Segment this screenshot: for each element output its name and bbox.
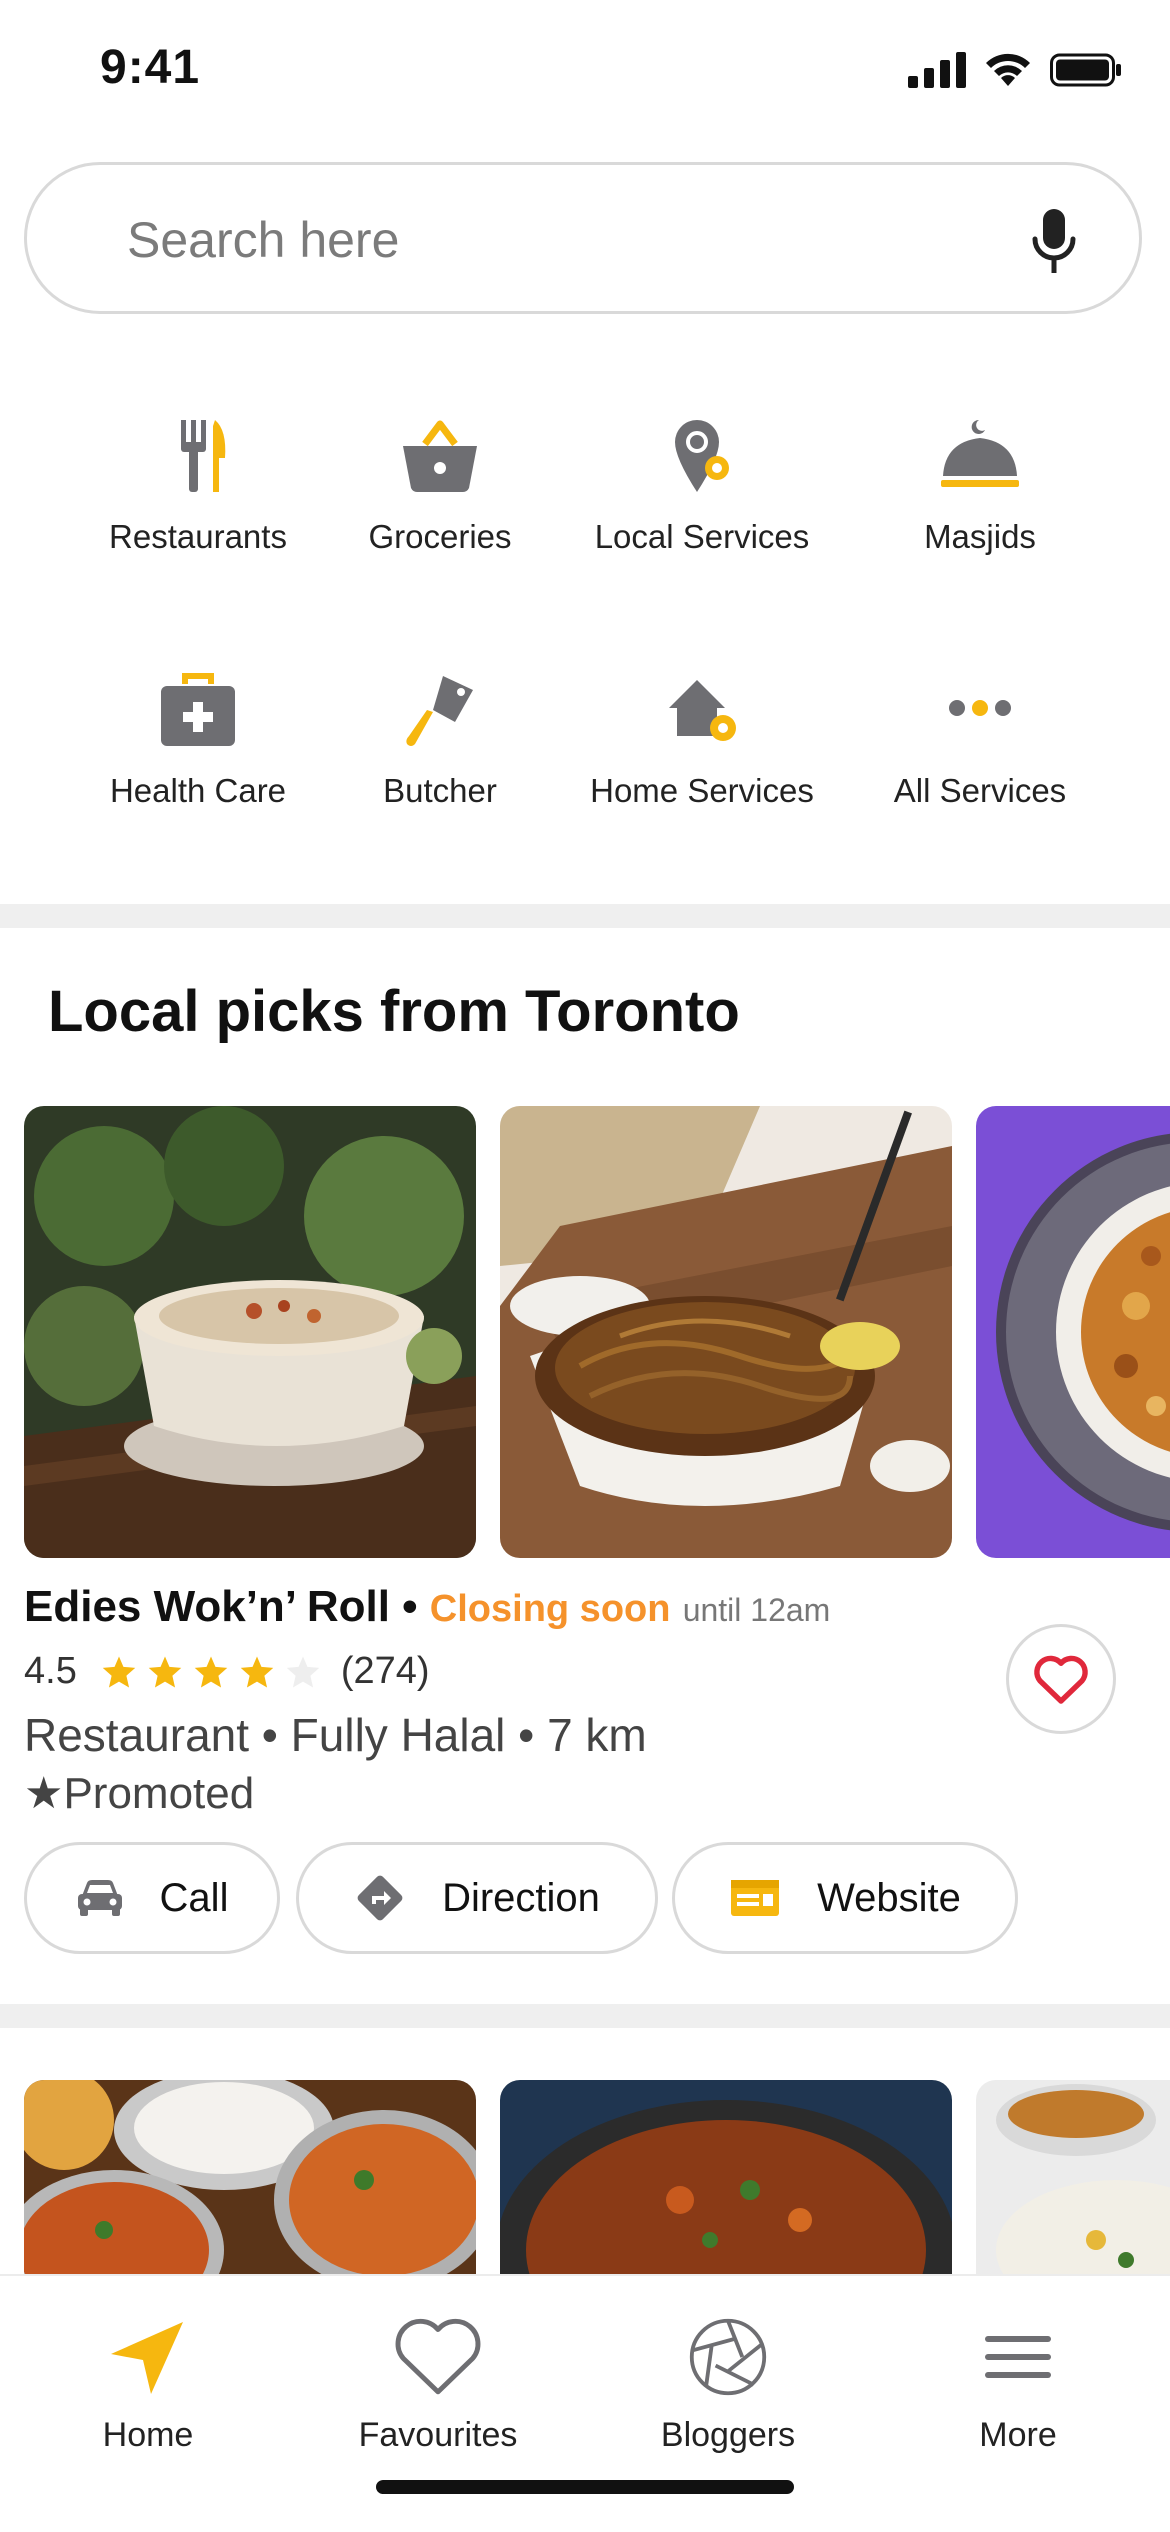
category-masjids[interactable]: Masjids xyxy=(840,416,1120,556)
category-restaurants[interactable]: Restaurants xyxy=(58,416,338,556)
rating-value: 4.5 xyxy=(24,1650,77,1692)
food-photo-stew xyxy=(500,2080,952,2280)
star-icon xyxy=(240,1655,274,1688)
food-photo-curry xyxy=(24,2080,476,2280)
local-services-icon xyxy=(675,420,729,492)
hours-text: until 12am xyxy=(682,1592,831,1628)
status-bar: 9:41 xyxy=(0,0,1170,140)
category-health-care[interactable]: Health Care xyxy=(58,670,338,810)
section-divider xyxy=(0,2004,1170,2028)
section-divider xyxy=(0,904,1170,928)
nav-home[interactable]: Home xyxy=(28,2316,268,2455)
category-label: Groceries xyxy=(368,518,512,555)
star-icon xyxy=(194,1655,228,1688)
direction-label: Direction xyxy=(442,1875,600,1920)
food-photo-pasta xyxy=(976,1106,1170,1558)
nav-label: More xyxy=(979,2416,1057,2454)
category-label: Local Services xyxy=(594,518,810,555)
search-input[interactable]: Search here xyxy=(127,211,399,269)
food-photo-rice xyxy=(976,2080,1170,2280)
listing-photo[interactable] xyxy=(976,1106,1170,1558)
cleaver-icon xyxy=(406,676,473,746)
navigation-arrow-icon xyxy=(111,2322,183,2394)
menu-icon xyxy=(985,2336,1051,2378)
website-label: Website xyxy=(817,1875,961,1920)
medical-kit-icon xyxy=(161,673,235,746)
website-icon xyxy=(731,1880,780,1916)
home-gear-icon xyxy=(669,680,736,741)
rating-row: 4.5 (274) xyxy=(24,1650,430,1693)
more-dots-icon xyxy=(949,700,1011,716)
separator: • xyxy=(402,1582,418,1631)
basket-icon xyxy=(403,420,477,492)
wifi-icon xyxy=(986,53,1030,86)
category-label: Masjids xyxy=(924,518,1036,555)
call-button[interactable]: Call xyxy=(24,1842,280,1954)
listing-photo[interactable] xyxy=(976,2080,1170,2280)
section-title: Local picks from Toronto xyxy=(48,979,740,1044)
listing-photo[interactable] xyxy=(24,1106,476,1558)
status-icons xyxy=(908,52,1122,88)
category-label: All Services xyxy=(893,772,1067,809)
listing-photo[interactable] xyxy=(24,2080,476,2280)
promoted-label: ★Promoted xyxy=(24,1769,255,1818)
star-empty-icon xyxy=(286,1655,320,1688)
dome-icon xyxy=(941,419,1019,487)
heart-icon xyxy=(395,2318,481,2395)
direction-button[interactable]: Direction xyxy=(296,1842,658,1954)
home-indicator[interactable] xyxy=(376,2480,794,2494)
category-groceries[interactable]: Groceries xyxy=(300,416,580,556)
nav-favourites[interactable]: Favourites xyxy=(318,2316,558,2455)
search-bar[interactable]: Search here xyxy=(24,162,1142,314)
app-screen: 9:41 Search here Restaurants Groceries L… xyxy=(0,0,1170,2532)
signal-icon xyxy=(908,52,966,88)
status-badge: Closing soon xyxy=(429,1588,671,1630)
review-count[interactable]: (274) xyxy=(341,1650,430,1693)
category-local-services[interactable]: Local Services xyxy=(562,416,842,556)
favourite-button[interactable] xyxy=(1006,1624,1116,1734)
direction-icon xyxy=(357,1875,403,1921)
listing-photo[interactable] xyxy=(500,2080,952,2280)
microphone-icon[interactable] xyxy=(1029,207,1079,277)
category-butcher[interactable]: Butcher xyxy=(300,670,580,810)
listing-title-row: Edies Wok’n’ Roll • Closing soon until 1… xyxy=(24,1582,830,1632)
listing-name[interactable]: Edies Wok’n’ Roll xyxy=(24,1582,390,1631)
status-time: 9:41 xyxy=(100,41,201,94)
food-photo-soup xyxy=(24,1106,476,1558)
listing-photo[interactable] xyxy=(500,1106,952,1558)
nav-more[interactable]: More xyxy=(898,2316,1138,2455)
category-label: Butcher xyxy=(383,772,497,809)
category-label: Health Care xyxy=(109,772,287,809)
battery-icon xyxy=(1050,53,1121,87)
call-label: Call xyxy=(159,1875,229,1920)
nav-label: Bloggers xyxy=(660,2416,796,2454)
listing-meta: Restaurant • Fully Halal • 7 km xyxy=(24,1709,647,1761)
fork-knife-icon xyxy=(181,420,226,492)
category-all-services[interactable]: All Services xyxy=(840,670,1120,810)
star-icon xyxy=(102,1655,136,1688)
nav-label: Favourites xyxy=(358,2416,518,2454)
category-home-services[interactable]: Home Services xyxy=(562,670,842,810)
heart-icon xyxy=(1034,1655,1088,1704)
food-photo-noodles xyxy=(500,1106,952,1558)
star-rating xyxy=(101,1655,321,1689)
aperture-icon xyxy=(689,2318,767,2396)
star-icon xyxy=(148,1655,182,1688)
nav-label: Home xyxy=(102,2416,194,2454)
website-button[interactable]: Website xyxy=(672,1842,1018,1954)
category-label: Home Services xyxy=(590,772,814,809)
category-label: Restaurants xyxy=(109,518,287,555)
nav-bloggers[interactable]: Bloggers xyxy=(608,2316,848,2455)
car-icon xyxy=(77,1880,122,1916)
